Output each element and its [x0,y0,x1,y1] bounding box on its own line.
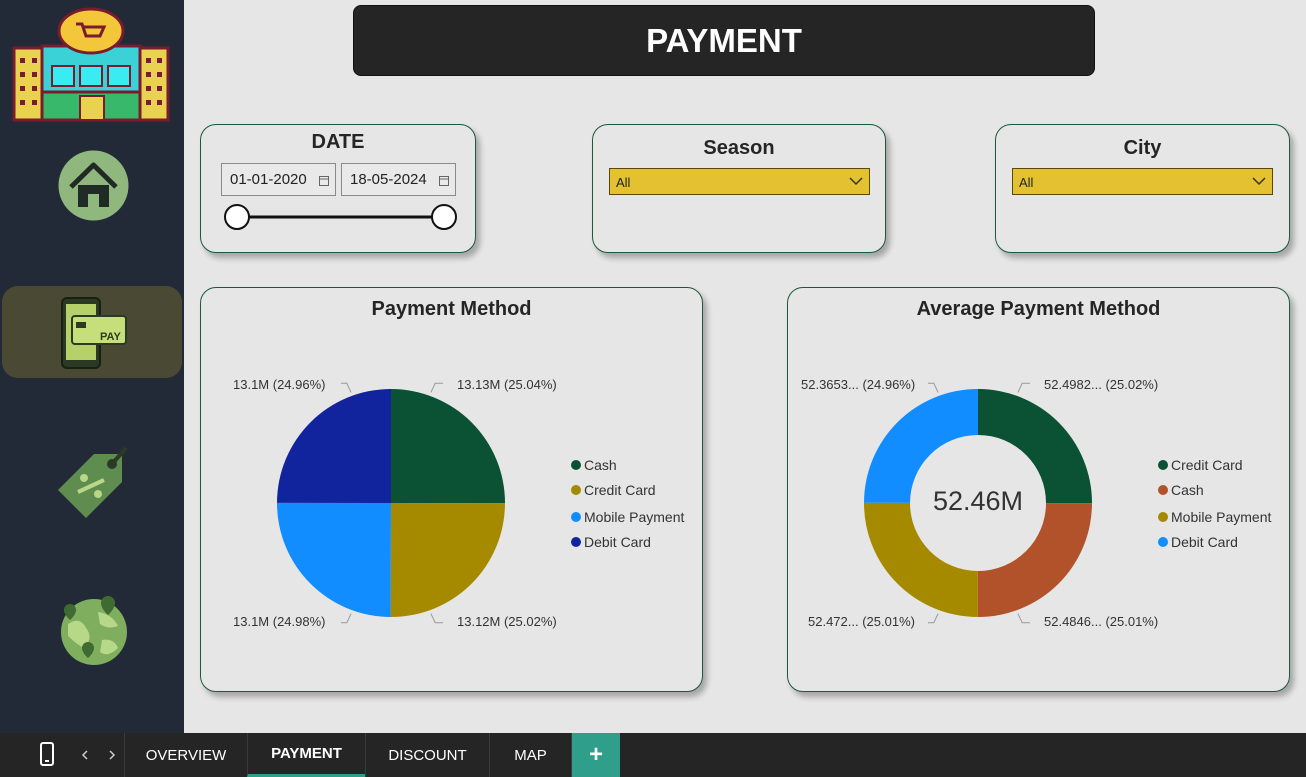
store-logo-icon [12,7,170,122]
leader-line [1017,613,1030,624]
slider-start-handle [224,204,250,230]
leader-line [928,613,939,624]
leader-line [430,613,443,624]
date-range-slider[interactable] [223,203,459,231]
chevron-down-icon [849,177,863,186]
home-icon[interactable] [57,149,130,222]
page-tabs-bar: OVERVIEW PAYMENT DISCOUNT MAP + [0,733,1306,777]
chevron-down-icon [1252,177,1266,186]
slice-debit-card[interactable] [277,389,391,503]
legend-label: Mobile Payment [584,509,685,525]
slice-credit-card[interactable] [390,503,505,617]
legend-item-credit-card[interactable]: Credit Card [571,482,656,498]
mobile-layout-icon[interactable] [40,742,54,766]
date-filter-card: DATE 01-01-2020 18-05-2024 [200,124,476,253]
pie-label-top-right: 13.13M (25.04%) [457,377,557,392]
legend-dot [571,485,581,495]
legend-dot [571,512,581,522]
legend-dot [1158,460,1168,470]
sidebar: PAY [0,0,184,733]
leader-line [430,382,443,393]
donut-label-top-right: 52.4982... (25.02%) [1044,377,1159,392]
pie-label-bottom-right: 13.12M (25.02%) [457,614,557,629]
slice-cash[interactable] [391,389,505,504]
legend-item-mobile-payment[interactable]: Mobile Payment [1158,509,1271,525]
add-page-button[interactable]: + [571,733,620,777]
legend-item-debit-card[interactable]: Debit Card [1158,534,1238,550]
donut-label-bottom-right: 52.4846... (25.01%) [1044,614,1159,629]
average-payment-method-donut-chart [864,382,1092,624]
page-title: PAYMENT [353,5,1095,76]
season-dropdown-value: All [616,175,631,190]
svg-text:PAY: PAY [100,331,121,343]
tab-discount[interactable]: DISCOUNT [365,733,489,777]
legend-dot [1158,537,1168,547]
legend-dot [571,537,581,547]
calendar-icon [439,176,449,186]
slice-mobile-payment[interactable] [864,502,978,617]
average-payment-method-chart-card: Average Payment Method 52.46M 52.4982...… [787,287,1290,692]
legend-dot [1158,512,1168,522]
legend-item-cash[interactable]: Cash [571,457,617,473]
legend-label: Debit Card [584,534,651,550]
legend-item-debit-card[interactable]: Debit Card [571,534,651,550]
end-date-value: 18-05-2024 [350,171,427,188]
start-date-value: 01-01-2020 [230,171,307,188]
legend-item-credit-card[interactable]: Credit Card [1158,457,1243,473]
season-dropdown[interactable]: All [609,168,870,195]
city-dropdown[interactable]: All [1012,168,1273,195]
globe-map-icon[interactable] [56,594,132,666]
season-filter-title: Season [703,137,775,159]
city-filter-card: City All [995,124,1290,253]
pay-icon: PAY [61,297,127,369]
legend-dot [571,460,581,470]
legend-item-mobile-payment[interactable]: Mobile Payment [571,509,684,525]
leader-line [341,382,352,393]
donut-label-top-left: 52.3653... (24.96%) [801,377,916,392]
start-date-input[interactable]: 01-01-2020 [221,163,336,196]
slice-mobile-payment[interactable] [277,502,391,617]
legend-label: Cash [1171,482,1204,498]
legend-label: Credit Card [584,482,656,498]
end-date-input[interactable]: 18-05-2024 [341,163,456,196]
leader-line [928,382,939,393]
calendar-icon [319,176,329,186]
prev-page-icon[interactable] [81,750,89,760]
city-dropdown-value: All [1019,175,1034,190]
donut-center-value: 52.46M [932,486,1024,516]
city-filter-title: City [1123,137,1162,159]
slice-cash[interactable] [977,503,1092,617]
season-filter-card: Season All [592,124,886,253]
legend-label: Credit Card [1171,457,1243,473]
legend-item-cash[interactable]: Cash [1158,482,1204,498]
discount-tag-icon[interactable] [54,442,134,520]
legend-dot [1158,485,1168,495]
pie-label-top-left: 13.1M (24.96%) [233,377,326,392]
tab-payment[interactable]: PAYMENT [247,733,365,777]
tab-overview[interactable]: OVERVIEW [124,733,247,777]
legend-label: Debit Card [1171,534,1238,550]
legend-label: Cash [584,457,617,473]
tab-map[interactable]: MAP [489,733,571,777]
date-filter-title: DATE [311,131,365,153]
payment-method-chart-card: Payment Method 13.13M (25.04%) 13.1M (24… [200,287,703,692]
slider-end-handle [431,204,457,230]
next-page-icon[interactable] [108,750,116,760]
legend-label: Mobile Payment [1171,509,1272,525]
leader-line [1017,382,1030,393]
donut-label-bottom-left: 52.472... (25.01%) [808,614,915,629]
leader-line [341,613,352,624]
pie-label-bottom-left: 13.1M (24.98%) [233,614,326,629]
